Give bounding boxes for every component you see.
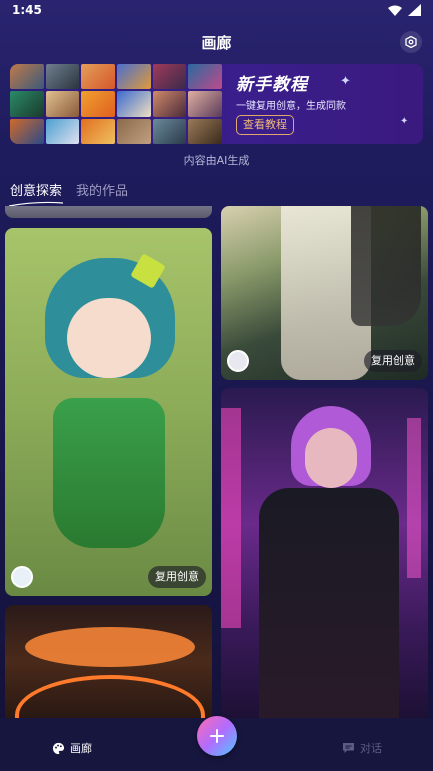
nav-chat-label: 对话	[360, 742, 382, 755]
reuse-idea-button[interactable]: 复用创意	[364, 350, 422, 372]
ai-generated-note: 内容由AI生成	[183, 154, 250, 167]
create-button[interactable]	[197, 716, 237, 756]
gallery-feed[interactable]: 复用创意 复用创意	[0, 206, 433, 718]
gallery-card[interactable]: 复用创意	[5, 228, 212, 596]
card-image-face	[305, 428, 357, 488]
card-image-arch	[15, 675, 205, 718]
tab-label: 我的作品	[76, 184, 129, 199]
card-image-neon	[407, 418, 421, 578]
author-avatar[interactable]	[11, 566, 33, 588]
banner-subtitle: 一键复用创意，生成同款	[236, 101, 346, 112]
gallery-card[interactable]	[5, 605, 212, 718]
gallery-card[interactable]	[221, 388, 428, 718]
banner-title: 新手教程	[236, 75, 308, 95]
card-image-neon	[221, 408, 241, 628]
card-image-dress	[53, 398, 165, 548]
status-icons	[388, 4, 421, 16]
settings-button[interactable]	[400, 31, 422, 53]
wifi-icon	[388, 5, 402, 16]
view-tutorial-button[interactable]: 查看教程	[236, 115, 294, 135]
app-screen: 1:45 画廊 ✦ ✦ 新手教程 一键复用创意，生成同款 查看教程 内容由AI生…	[0, 0, 433, 771]
tab-creative-explore[interactable]: 创意探索	[8, 180, 64, 207]
card-image-suit	[259, 488, 399, 718]
card-image-light	[25, 627, 195, 667]
tutorial-banner[interactable]: ✦ ✦ 新手教程 一键复用创意，生成同款 查看教程	[10, 64, 423, 144]
gallery-card[interactable]: 复用创意	[221, 206, 428, 380]
tab-bar: 创意探索 我的作品	[8, 180, 128, 207]
gallery-card[interactable]	[5, 206, 212, 218]
app-header: 画廊	[0, 28, 433, 56]
status-time: 1:45	[12, 3, 42, 17]
nav-gallery[interactable]: 画廊	[52, 740, 92, 756]
banner-image-collage	[10, 64, 222, 144]
bottom-nav: 画廊 对话	[0, 716, 433, 771]
status-bar: 1:45	[0, 0, 433, 22]
battery-icon	[408, 4, 421, 16]
chat-icon	[343, 743, 354, 753]
card-image-face	[67, 298, 151, 378]
hexagon-settings-icon	[405, 36, 417, 48]
nav-gallery-label: 画廊	[70, 742, 92, 755]
sparkle-icon: ✦	[400, 116, 409, 127]
nav-chat[interactable]: 对话	[342, 740, 382, 756]
tab-label: 创意探索	[10, 184, 63, 199]
card-image-hair	[351, 206, 421, 326]
banner-text: 新手教程 一键复用创意，生成同款	[236, 70, 416, 112]
author-avatar[interactable]	[227, 350, 249, 372]
plus-icon	[210, 729, 224, 743]
palette-icon	[52, 742, 65, 754]
page-title: 画廊	[201, 34, 232, 52]
reuse-idea-button[interactable]: 复用创意	[148, 566, 206, 588]
tab-my-works[interactable]: 我的作品	[76, 180, 128, 204]
